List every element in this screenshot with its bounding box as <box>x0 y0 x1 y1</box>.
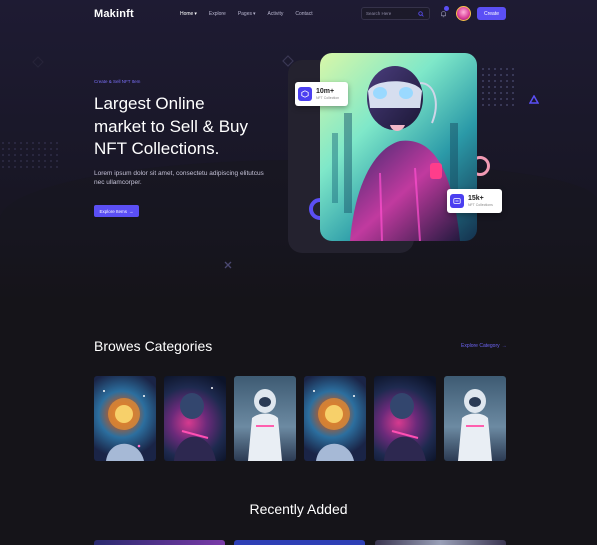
stat-label: NFT Collections <box>468 202 493 207</box>
stat-text: 10m+ NFT Collection <box>316 88 339 101</box>
headline-line: NFT Collections. <box>94 139 220 158</box>
chevron-down-icon: ▾ <box>253 11 256 17</box>
nav-label: Explore <box>208 11 226 17</box>
explore-items-button[interactable]: Explore Items → <box>94 205 139 217</box>
headline-line: market to Sell & Buy <box>94 116 249 136</box>
categories-heading: Browes Categories <box>94 338 213 354</box>
category-tile[interactable] <box>234 376 296 461</box>
astronaut-dark-image <box>384 393 426 461</box>
nav-item-activity[interactable]: Activity <box>268 11 284 17</box>
hero-headline: Largest Online market to Sell & Buy NFT … <box>94 93 284 161</box>
chevron-down-icon: ▾ <box>194 11 197 17</box>
arrow-right-icon: → <box>501 343 507 349</box>
diamond-outline-icon <box>32 56 44 68</box>
stat-label: NFT Collection <box>316 95 340 100</box>
category-tile[interactable] <box>94 376 156 461</box>
recently-added-heading: Recently Added <box>249 501 348 517</box>
hero-eyebrow: Create & Sell NFT Item <box>94 79 141 84</box>
nav-label: Home <box>180 11 194 17</box>
nav-label: Pages <box>237 11 252 17</box>
category-tile[interactable] <box>304 376 366 461</box>
notification-badge <box>444 6 449 11</box>
nav-item-home[interactable]: Home ▾ <box>180 11 197 17</box>
stat-value: 10m+ <box>316 87 335 95</box>
stat-value: 15k+ <box>468 194 484 202</box>
stat-card-collections: 10m+ NFT Collection <box>295 82 348 106</box>
category-tile[interactable] <box>164 376 226 461</box>
top-navbar: Makinft Home ▾ Explore Pages ▾ Activity Co… <box>0 0 597 28</box>
site-logo[interactable]: Makinft <box>94 8 134 20</box>
stat-text: 15k+ NFT Collections <box>468 195 493 208</box>
category-tile[interactable] <box>374 376 436 461</box>
nav-item-contact[interactable]: Contact <box>295 11 312 17</box>
search-input[interactable] <box>366 11 418 16</box>
cross-icon <box>224 261 232 269</box>
astronaut-silver-image <box>248 389 282 461</box>
explore-category-link[interactable]: Explore Category → <box>461 343 507 349</box>
category-tile[interactable] <box>444 376 506 461</box>
search-box <box>361 7 430 20</box>
astronaut-dark-image <box>174 387 216 461</box>
dot-pattern-left <box>0 140 60 170</box>
create-button[interactable]: Create <box>477 7 506 20</box>
astronaut-golden-image <box>313 390 355 461</box>
main-menu: Home ▾ Explore Pages ▾ Activity Contact <box>180 11 313 17</box>
nav-label: Activity <box>267 11 284 17</box>
avatar[interactable] <box>456 6 471 21</box>
stat-card-users: 15k+ NFT Collections <box>447 189 502 213</box>
headline-line: Largest Online <box>94 94 205 113</box>
astronaut-silver-image <box>458 389 492 461</box>
nav-label: Contact <box>295 11 313 17</box>
hero-description: Lorem ipsum dolor sit amet, consectetu a… <box>94 170 264 186</box>
arrow-right-icon: → <box>129 208 134 214</box>
astronaut-golden-image <box>103 390 145 461</box>
button-label: Explore Items <box>99 208 127 214</box>
recent-card-1[interactable] <box>94 540 225 545</box>
nav-item-explore[interactable]: Explore <box>209 11 226 17</box>
link-label: Explore Category <box>461 343 500 349</box>
nav-item-pages[interactable]: Pages ▾ <box>238 11 256 17</box>
recent-card-3[interactable] <box>375 540 506 545</box>
card-icon <box>450 194 464 208</box>
search-icon[interactable] <box>418 11 424 17</box>
dot-pattern-right <box>480 66 516 108</box>
bell-icon[interactable] <box>440 10 447 18</box>
triangle-icon <box>529 95 539 104</box>
recent-card-2[interactable] <box>234 540 365 545</box>
cube-icon <box>298 87 312 101</box>
